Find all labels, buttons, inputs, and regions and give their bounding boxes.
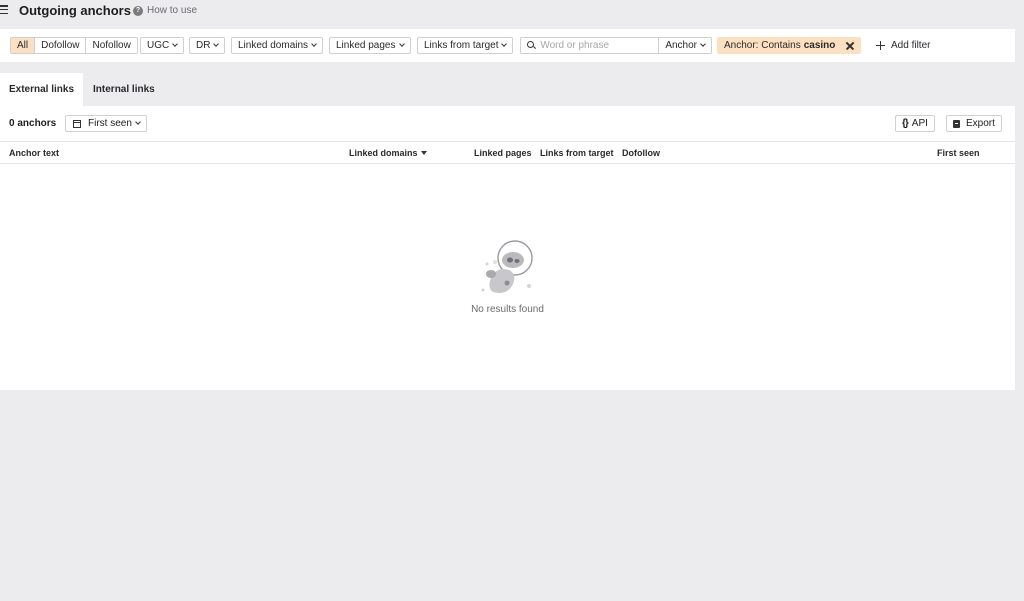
sort-descending-icon — [420, 151, 427, 155]
link-tabs: External links Internal links — [0, 73, 164, 106]
table-header: Anchor text Linked domains Linked pages … — [0, 141, 1015, 164]
segment-dofollow[interactable]: Dofollow — [35, 38, 87, 53]
link-type-segmented-control: All Dofollow Nofollow — [10, 37, 138, 54]
code-braces-icon: {} — [902, 118, 909, 129]
search-input[interactable] — [536, 38, 659, 53]
api-button[interactable]: {} API — [895, 115, 935, 132]
how-to-use-link[interactable]: ? How to use — [133, 5, 197, 16]
ugc-dropdown-label: UGC — [147, 40, 170, 51]
segment-nofollow[interactable]: Nofollow — [86, 38, 137, 53]
export-button[interactable]: Export — [946, 115, 1002, 132]
column-header-linked-domains[interactable]: Linked domains — [349, 148, 427, 158]
add-filter-label: Add filter — [891, 40, 931, 51]
dr-dropdown[interactable]: DR — [189, 37, 226, 54]
chevron-down-icon — [501, 41, 508, 47]
tab-internal-links[interactable]: Internal links — [84, 73, 164, 106]
links-from-target-dropdown-label: Links from target — [424, 40, 499, 51]
column-header-anchor-text[interactable]: Anchor text — [9, 148, 59, 158]
column-header-linked-pages[interactable]: Linked pages — [474, 148, 532, 158]
add-filter-button[interactable]: Add filter — [876, 37, 930, 54]
chevron-down-icon — [398, 41, 405, 47]
api-button-label: API — [911, 118, 928, 129]
active-filter-value: casino — [803, 40, 836, 51]
close-icon[interactable] — [843, 37, 857, 54]
linked-pages-dropdown-label: Linked pages — [336, 40, 396, 51]
astronaut-illustration — [481, 240, 533, 293]
export-icon — [953, 119, 960, 128]
search-scope-dropdown[interactable]: Anchor — [658, 38, 711, 53]
date-range-label: First seen — [88, 118, 132, 129]
chevron-down-icon — [311, 41, 317, 47]
column-header-dofollow[interactable]: Dofollow — [622, 148, 660, 158]
export-button-label: Export — [966, 118, 995, 129]
empty-state-message: No results found — [471, 304, 544, 315]
segment-all[interactable]: All — [11, 38, 36, 53]
linked-domains-dropdown[interactable]: Linked domains — [231, 37, 324, 54]
search-box: Anchor — [520, 37, 712, 54]
search-icon — [521, 38, 537, 53]
anchors-count: 0 anchors — [9, 118, 57, 129]
date-range-dropdown[interactable]: First seen — [65, 115, 147, 132]
ugc-dropdown[interactable]: UGC — [140, 37, 185, 54]
chevron-down-icon — [700, 41, 706, 47]
chevron-down-icon — [213, 41, 220, 47]
calendar-icon — [73, 119, 81, 128]
links-from-target-dropdown[interactable]: Links from target — [417, 37, 514, 54]
active-filter-chip[interactable]: Anchor: Contains casino — [717, 37, 862, 54]
active-filter-prefix: Anchor: Contains — [724, 40, 801, 51]
tab-external-links[interactable]: External links — [0, 73, 84, 106]
plus-icon — [876, 41, 885, 50]
dr-dropdown-label: DR — [196, 40, 211, 51]
linked-pages-dropdown[interactable]: Linked pages — [329, 37, 411, 54]
chevron-down-icon — [135, 118, 141, 125]
page-title: Outgoing anchors — [19, 3, 131, 18]
hamburger-menu-icon[interactable] — [0, 5, 8, 15]
column-header-links-from-target[interactable]: Links from target — [540, 148, 614, 158]
question-icon: ? — [133, 5, 143, 16]
page-header: Outgoing anchors ? How to use — [0, 0, 1024, 22]
chevron-down-icon — [172, 41, 179, 47]
column-header-first-seen[interactable]: First seen — [937, 148, 980, 158]
results-panel: 0 anchors First seen {} API Export Ancho… — [0, 106, 1015, 390]
how-to-use-label: How to use — [147, 5, 198, 16]
linked-domains-dropdown-label: Linked domains — [238, 40, 309, 51]
column-header-linked-domains-label: Linked domains — [349, 148, 418, 158]
filter-bar: All Dofollow Nofollow UGC DR Linked doma… — [0, 29, 1015, 62]
search-scope-label: Anchor — [665, 40, 697, 51]
